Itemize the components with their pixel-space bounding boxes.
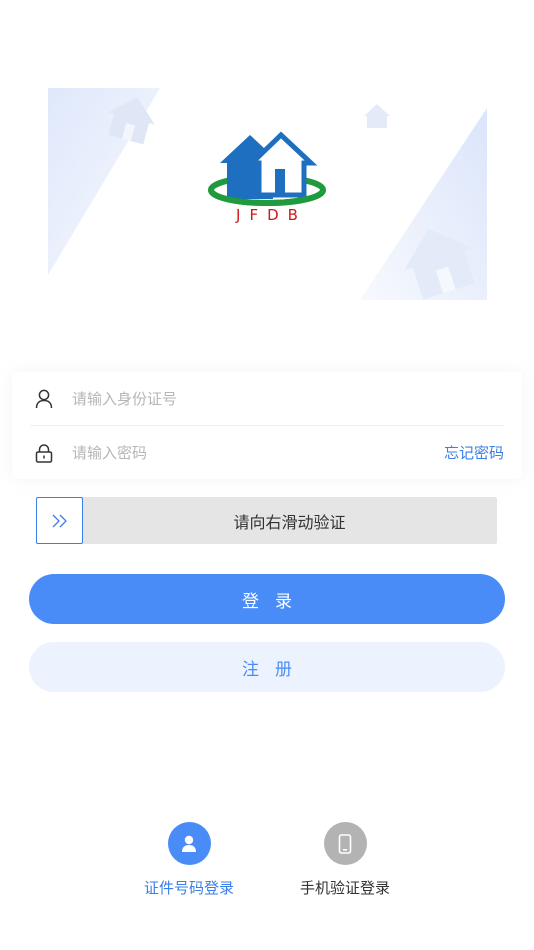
login-button[interactable]: 登录 (29, 574, 505, 624)
phone-icon (323, 822, 367, 865)
hero-banner: JFDB (0, 0, 534, 340)
slide-handle[interactable] (36, 497, 83, 544)
double-chevron-right-icon (52, 514, 67, 527)
forgot-password-link[interactable]: 忘记密码 (444, 442, 504, 463)
slide-verify: 请向右滑动验证 (36, 497, 497, 544)
id-login-option[interactable]: 证件号码登录 (129, 822, 249, 898)
id-login-label: 证件号码登录 (143, 879, 234, 897)
lock-icon (33, 442, 55, 464)
house-icon (364, 104, 390, 128)
register-button[interactable]: 注册 (29, 642, 505, 692)
brand-logo: JFDB (205, 125, 330, 235)
phone-login-option[interactable]: 手机验证登录 (285, 822, 405, 898)
phone-login-label: 手机验证登录 (299, 879, 390, 897)
id-number-row (30, 372, 504, 426)
password-input[interactable] (72, 437, 444, 468)
password-row: 忘记密码 (30, 426, 504, 479)
id-number-input[interactable] (72, 383, 504, 414)
slide-hint: 请向右滑动验证 (233, 512, 346, 532)
login-form: 忘记密码 (12, 372, 522, 479)
logo-house-icon (208, 131, 326, 206)
user-icon (33, 388, 55, 410)
logo-text: JFDB (236, 206, 307, 224)
user-icon (167, 822, 211, 865)
